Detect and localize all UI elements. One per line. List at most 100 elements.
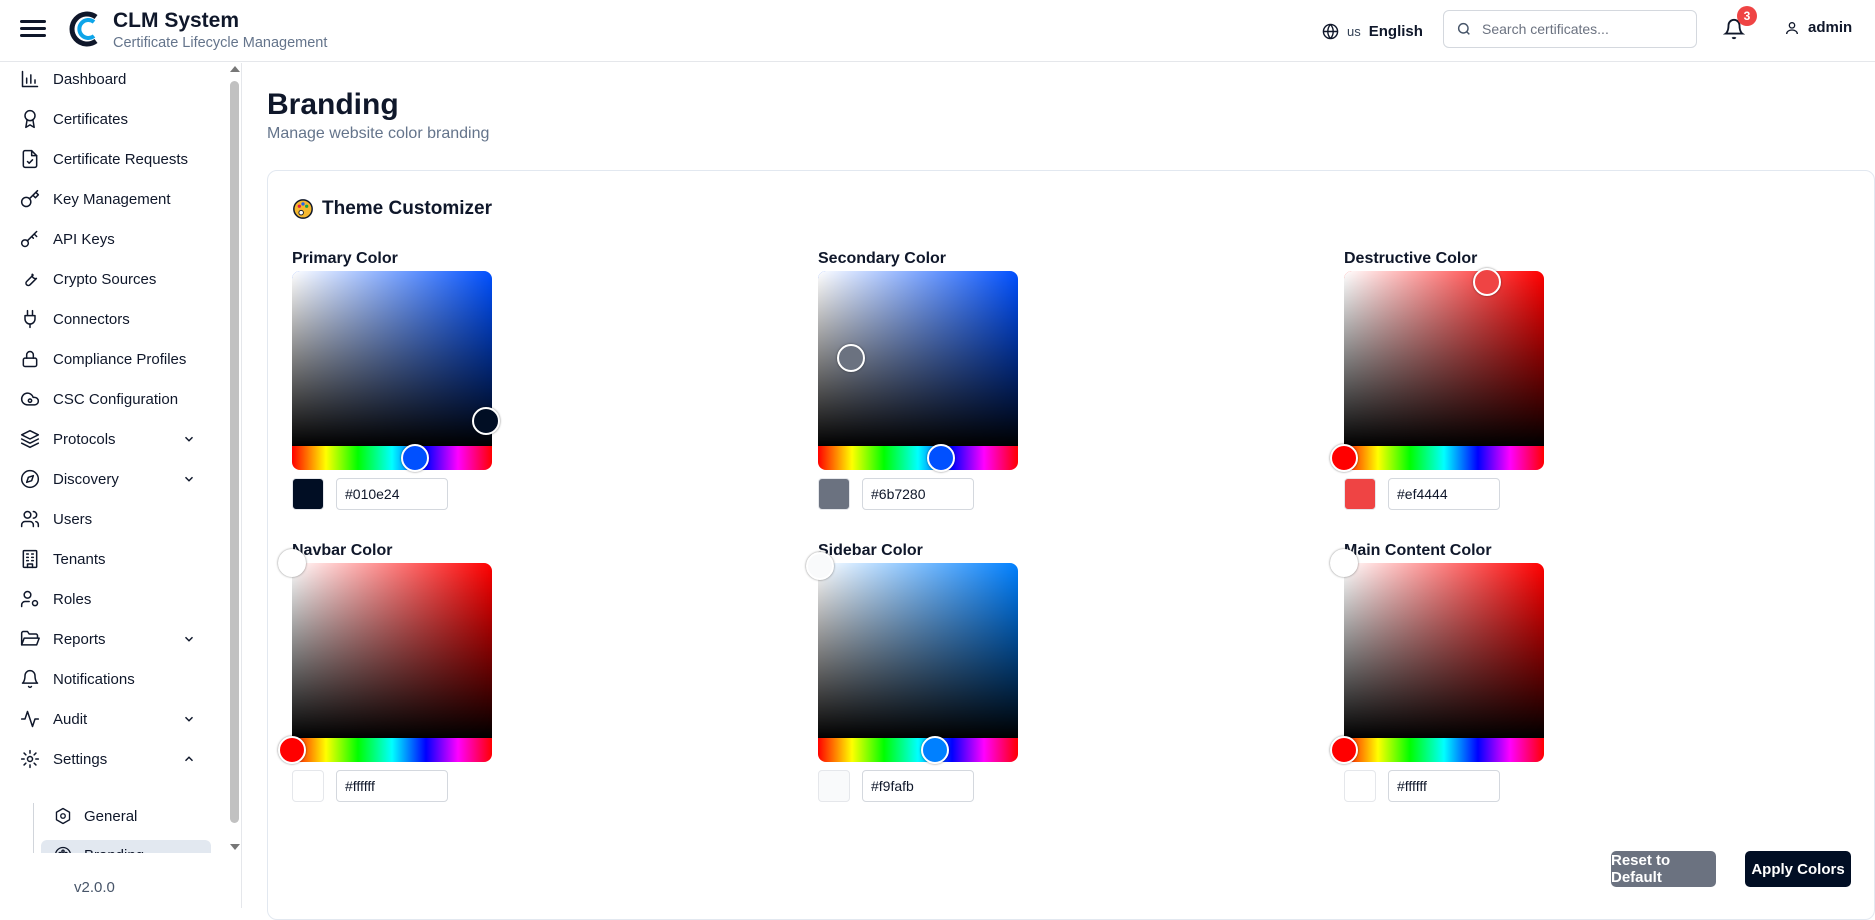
- app-subtitle: Certificate Lifecycle Management: [113, 35, 328, 51]
- sidebar-item-label: Users: [53, 510, 93, 528]
- menu-toggle-icon[interactable]: [20, 16, 46, 42]
- chevron-down-icon: [184, 436, 194, 442]
- hue-slider[interactable]: [1344, 738, 1544, 762]
- sidebar-item-label: Key Management: [53, 190, 171, 208]
- building-icon: [22, 549, 38, 569]
- bar-chart-icon: [21, 70, 39, 88]
- apply-colors-button[interactable]: Apply Colors: [1745, 851, 1851, 887]
- page-title: Branding: [267, 88, 399, 121]
- saturation-handle[interactable]: [1330, 549, 1358, 577]
- hex-input[interactable]: [336, 478, 448, 510]
- user-icon: [1786, 21, 1798, 34]
- scroll-down-arrow-icon[interactable]: [230, 844, 240, 850]
- sidebar-item-api-keys[interactable]: API Keys: [20, 223, 200, 255]
- hex-input[interactable]: [862, 770, 974, 802]
- saturation-handle[interactable]: [278, 549, 306, 577]
- sidebar-item-certificate-requests[interactable]: Certificate Requests: [20, 143, 200, 175]
- hex-input[interactable]: [336, 770, 448, 802]
- picker-label: Primary Color: [292, 250, 398, 267]
- sidebar-item-label: Connectors: [53, 310, 130, 328]
- card-title: Theme Customizer: [292, 198, 492, 220]
- sidebar-item-protocols[interactable]: Protocols: [20, 423, 200, 455]
- sidebar-item-audit[interactable]: Audit: [20, 703, 200, 735]
- user-name: admin: [1808, 19, 1853, 36]
- sidebar-item-label: Settings: [53, 750, 108, 768]
- sidebar-item-key-management[interactable]: Key Management: [20, 183, 200, 215]
- sidebar-item-dashboard[interactable]: Dashboard: [20, 63, 200, 95]
- color-swatch: [1344, 478, 1376, 510]
- cloud-cog-icon: [20, 392, 40, 406]
- hue-slider[interactable]: [818, 446, 1018, 470]
- sidebar-item-label: API Keys: [53, 230, 115, 248]
- hue-handle[interactable]: [1330, 736, 1358, 764]
- notification-badge: 3: [1737, 6, 1757, 26]
- theme-customizer-card: [267, 170, 1875, 920]
- saturation-area[interactable]: [1344, 271, 1544, 446]
- hex-input[interactable]: [1388, 770, 1500, 802]
- sidebar-item-connectors[interactable]: Connectors: [20, 303, 200, 335]
- language-selector[interactable]: us English: [1322, 20, 1423, 42]
- chevron-up-icon: [184, 756, 194, 762]
- folder-open-icon: [20, 630, 40, 646]
- hue-slider[interactable]: [292, 446, 492, 470]
- key-round-icon: [20, 230, 38, 248]
- search-input[interactable]: [1482, 21, 1682, 37]
- sidebar-subitem-general[interactable]: General: [54, 801, 210, 831]
- cog-icon: [55, 807, 71, 825]
- user-menu[interactable]: admin: [1784, 19, 1852, 36]
- sidebar-item-label: Dashboard: [53, 70, 127, 88]
- sidebar-item-compliance-profiles[interactable]: Compliance Profiles: [20, 343, 200, 375]
- reset-to-default-button[interactable]: Reset to Default: [1611, 851, 1716, 887]
- sidebar-item-crypto-sources[interactable]: Crypto Sources: [20, 263, 200, 295]
- clm-logo: [69, 11, 98, 47]
- color-swatch: [292, 478, 324, 510]
- language-code: us: [1347, 23, 1361, 39]
- hue-handle[interactable]: [1330, 444, 1358, 472]
- top-navbar: CLM System Certificate Lifecycle Managem…: [0, 0, 1875, 62]
- plug-icon: [24, 309, 36, 329]
- saturation-area[interactable]: [818, 563, 1018, 738]
- hue-handle[interactable]: [926, 444, 955, 472]
- sidebar-item-settings[interactable]: Settings: [20, 743, 200, 775]
- hex-input[interactable]: [862, 478, 974, 510]
- color-swatch: [818, 478, 850, 510]
- sidebar-item-notifications[interactable]: Notifications: [20, 663, 200, 695]
- hue-handle[interactable]: [920, 736, 949, 764]
- sidebar-footer: [0, 853, 241, 908]
- sidebar-item-csc-configuration[interactable]: CSC Configuration: [20, 383, 200, 415]
- saturation-handle[interactable]: [805, 551, 834, 580]
- hue-handle[interactable]: [278, 736, 306, 764]
- hue-handle[interactable]: [400, 444, 429, 472]
- sidebar-item-roles[interactable]: Roles: [20, 583, 200, 615]
- hue-slider[interactable]: [818, 738, 1018, 762]
- chevron-down-icon: [184, 476, 194, 482]
- color-swatch: [818, 770, 850, 802]
- saturation-handle[interactable]: [836, 344, 865, 373]
- chevron-down-icon: [184, 716, 194, 722]
- sidebar-item-discovery[interactable]: Discovery: [20, 463, 200, 495]
- picker-label: Destructive Color: [1344, 250, 1478, 267]
- saturation-area[interactable]: [292, 563, 492, 738]
- scroll-up-arrow-icon[interactable]: [230, 66, 240, 72]
- layers-icon: [20, 429, 40, 449]
- sidebar-item-users[interactable]: Users: [20, 503, 200, 535]
- sidebar-item-label: Reports: [53, 630, 106, 648]
- gear-icon: [20, 749, 40, 769]
- globe-icon: [1322, 23, 1339, 39]
- sidebar-scroll-thumb[interactable]: [230, 81, 239, 823]
- sidebar-item-label: Roles: [53, 590, 92, 608]
- sidebar-item-reports[interactable]: Reports: [20, 623, 200, 655]
- app-title: CLM System: [113, 9, 240, 32]
- sidebar-item-tenants[interactable]: Tenants: [20, 543, 200, 575]
- app-version: v2.0.0: [74, 879, 115, 896]
- sidebar-item-certificates[interactable]: Certificates: [20, 103, 200, 135]
- hex-input[interactable]: [1388, 478, 1500, 510]
- saturation-area[interactable]: [292, 271, 492, 446]
- saturation-handle[interactable]: [1473, 267, 1502, 296]
- hue-slider[interactable]: [292, 738, 492, 762]
- saturation-area[interactable]: [1344, 563, 1544, 738]
- user-cog-icon: [20, 590, 39, 608]
- users-icon: [20, 510, 40, 528]
- compass-icon: [20, 469, 40, 489]
- hue-slider[interactable]: [1344, 446, 1544, 470]
